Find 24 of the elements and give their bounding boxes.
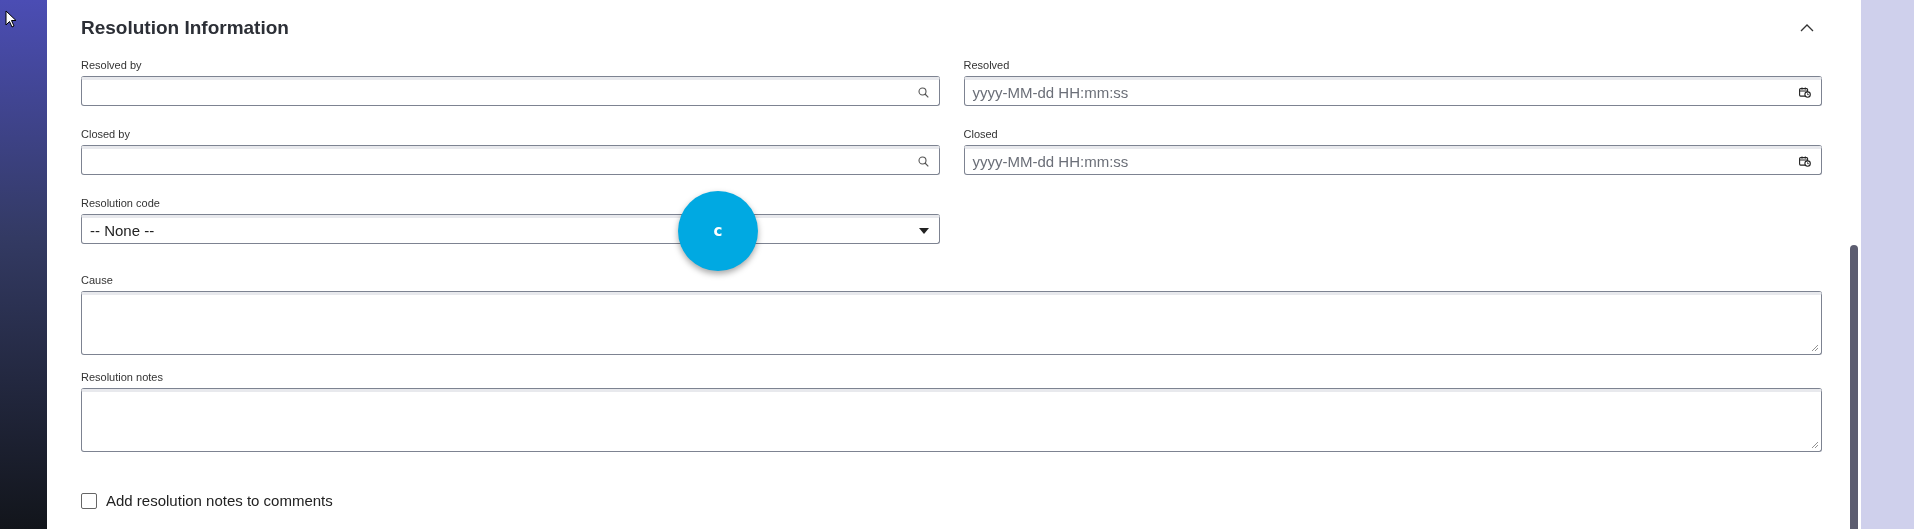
field-label: Resolution code <box>81 197 161 209</box>
field-label: Closed by <box>81 128 131 140</box>
checkbox[interactable] <box>81 492 97 509</box>
resize-grip-icon[interactable] <box>1811 441 1819 449</box>
date-time-field[interactable]: yyyy-MM-dd HH:mm:ss <box>963 146 1822 175</box>
search-icon <box>917 87 929 98</box>
lookup-field[interactable] <box>81 146 940 175</box>
marker-badge: c <box>678 191 758 271</box>
field-label: Cause <box>81 274 114 286</box>
scrollbar-thumb[interactable] <box>1850 245 1858 529</box>
field-label: Resolved <box>963 59 1011 71</box>
cursor-icon <box>5 10 17 28</box>
calendar-clock-icon <box>1799 87 1811 98</box>
calendar-clock-icon <box>1799 156 1811 167</box>
resize-grip-icon[interactable] <box>1811 344 1819 352</box>
date-time-field[interactable]: yyyy-MM-dd HH:mm:ss <box>963 77 1822 106</box>
field-label: Closed <box>963 128 999 140</box>
caret-icon <box>918 227 929 234</box>
field-label: Resolved by <box>81 59 143 71</box>
search-icon <box>917 156 929 167</box>
section-title: Resolution Information <box>81 16 289 39</box>
lookup-field[interactable] <box>81 77 940 106</box>
field-label: Resolution notes <box>81 371 164 383</box>
checkbox-label: Add resolution notes to comments <box>106 492 333 509</box>
